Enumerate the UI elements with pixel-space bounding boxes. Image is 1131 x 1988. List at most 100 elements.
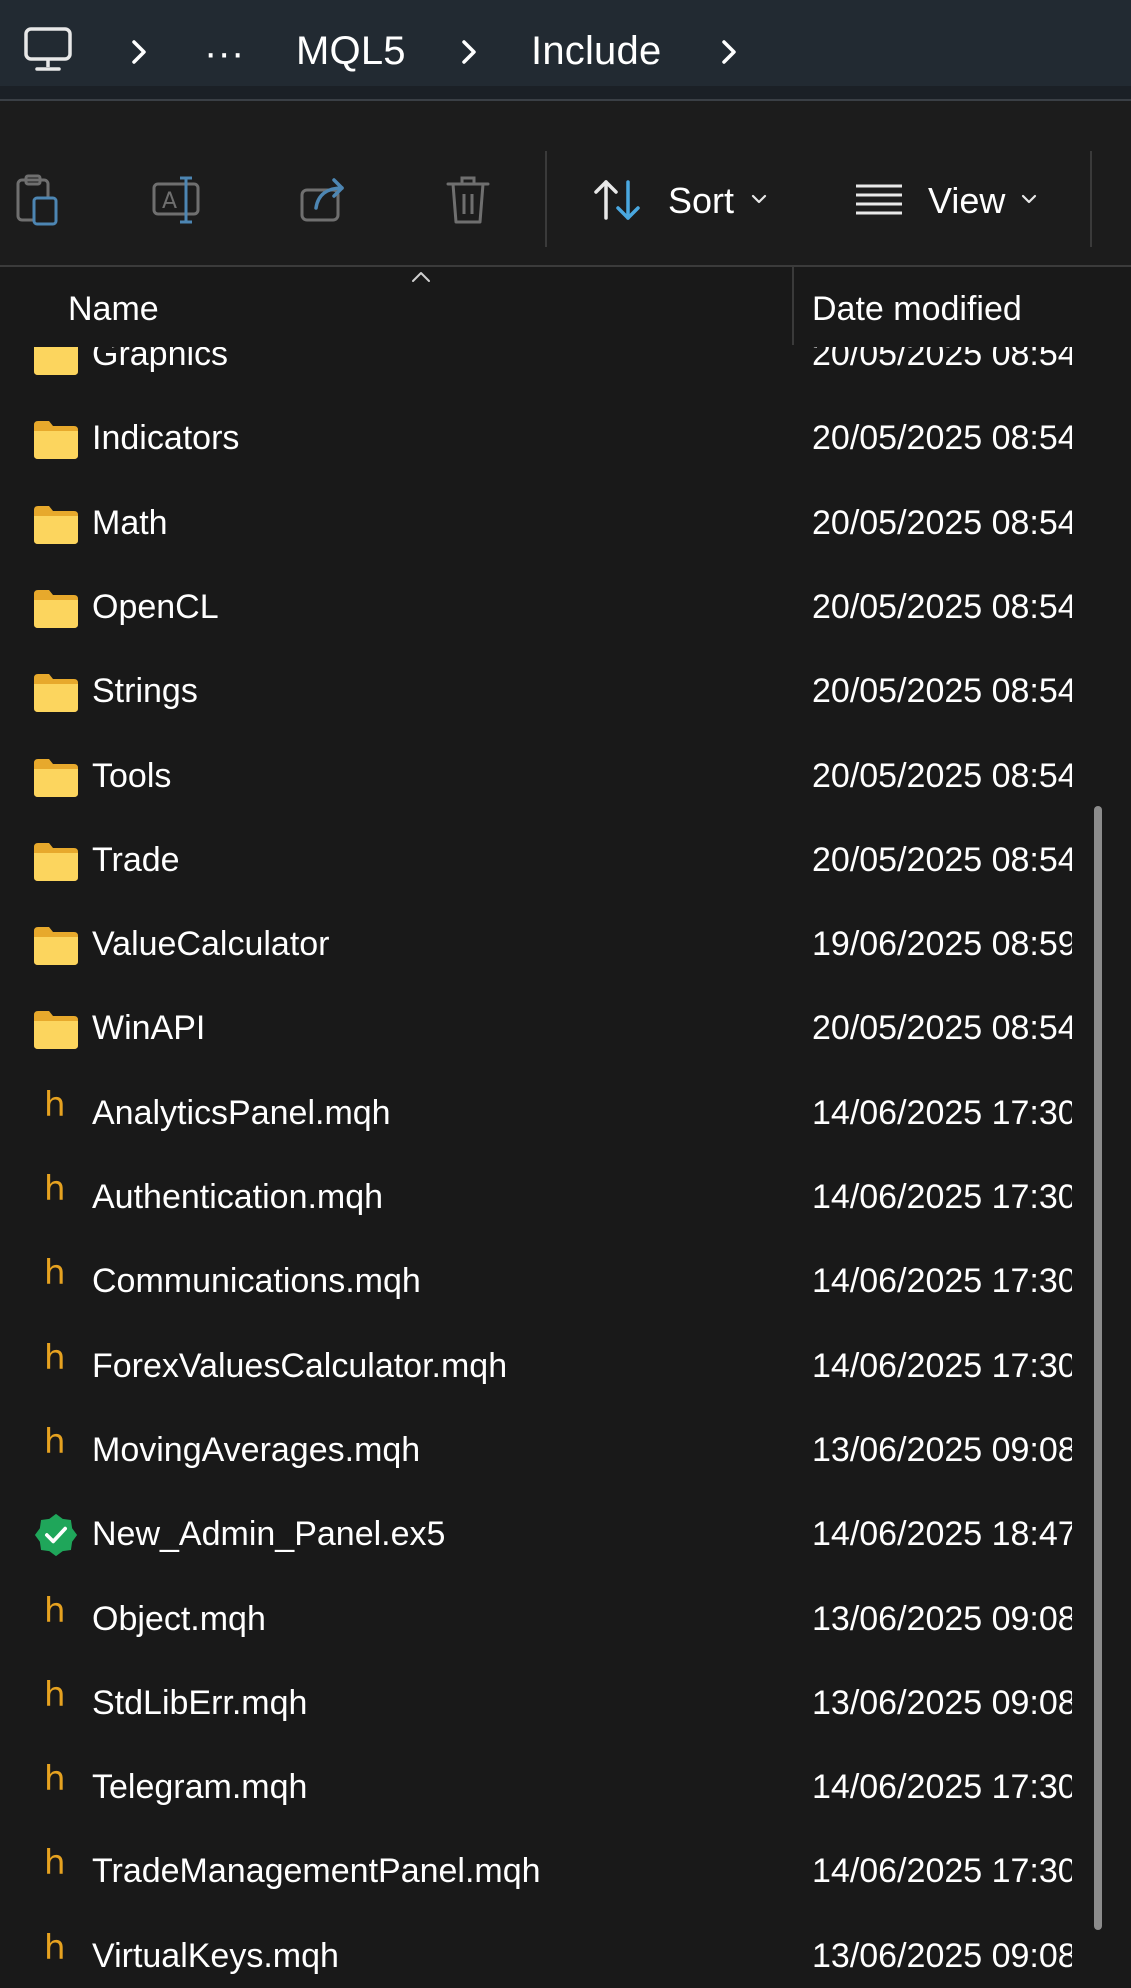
file-date-modified: 20/05/2025 08:54: [812, 756, 1072, 795]
folder-icon: [34, 1011, 78, 1050]
chevron-right-icon[interactable]: [452, 34, 488, 70]
chevron-right-icon[interactable]: [712, 34, 748, 70]
header-file-icon: h: [44, 1421, 66, 1462]
file-name: ValueCalculator: [92, 925, 330, 964]
view-button[interactable]: View: [854, 168, 1054, 232]
column-divider[interactable]: [792, 267, 794, 345]
folder-icon: [34, 927, 78, 966]
share-icon[interactable]: [292, 168, 356, 232]
list-item[interactable]: New_Admin_Panel.ex5 14/06/2025 18:47: [0, 1493, 1100, 1577]
file-name: Tools: [92, 756, 172, 795]
file-name: Indicators: [92, 419, 240, 458]
address-bar-underline: [0, 86, 1131, 99]
folder-icon: [34, 347, 78, 375]
breadcrumb-label: Include: [531, 28, 662, 73]
header-file-icon: h: [44, 1337, 66, 1378]
vertical-scrollbar[interactable]: [1094, 806, 1102, 1930]
list-item[interactable]: Math 20/05/2025 08:54: [0, 482, 1100, 566]
delete-icon[interactable]: [436, 168, 500, 232]
file-name: Trade: [92, 840, 180, 879]
list-item[interactable]: h MovingAverages.mqh 13/06/2025 09:08: [0, 1409, 1100, 1493]
breadcrumb-label: MQL5: [296, 28, 406, 73]
list-item[interactable]: WinAPI 20/05/2025 08:54: [0, 987, 1100, 1071]
breadcrumb-more-button[interactable]: ···: [204, 26, 245, 80]
file-name: Authentication.mqh: [92, 1178, 384, 1216]
file-date-modified: 13/06/2025 09:08: [812, 1430, 1072, 1469]
file-date-modified: 20/05/2025 08:54: [812, 503, 1072, 542]
folder-icon: [34, 589, 78, 628]
list-item[interactable]: h Communications.mqh 14/06/2025 17:30: [0, 1240, 1100, 1324]
chevron-right-icon[interactable]: [122, 34, 158, 70]
toolbar-separator: [1090, 151, 1092, 247]
file-date-modified: 20/05/2025 08:54: [812, 347, 1072, 373]
sort-arrows-icon: [594, 180, 640, 220]
file-name: Telegram.mqh: [92, 1768, 308, 1807]
header-file-icon: h: [44, 1843, 66, 1884]
list-item[interactable]: h TradeManagementPanel.mqh 14/06/2025 17:3…: [0, 1830, 1100, 1914]
list-item[interactable]: Trade 20/05/2025 08:54: [0, 819, 1100, 903]
folder-icon: [34, 842, 78, 881]
breadcrumb-item-include[interactable]: Include: [531, 24, 661, 78]
folder-icon: [34, 758, 78, 797]
list-item[interactable]: h Object.mqh 13/06/2025 09:08: [0, 1578, 1100, 1662]
file-date-modified: 20/05/2025 08:54: [812, 419, 1072, 458]
file-name: MovingAverages.mqh: [92, 1430, 421, 1469]
file-date-modified: 19/06/2025 08:59: [812, 925, 1072, 964]
file-name: TradeManagementPanel.mqh: [92, 1852, 541, 1891]
toolbar-separator: [545, 151, 547, 247]
folder-icon: [34, 505, 78, 544]
list-item[interactable]: h VirtualKeys.mqh 13/06/2025 09:08: [0, 1915, 1100, 1988]
header-file-icon: h: [44, 1169, 66, 1209]
chevron-down-icon: [751, 194, 767, 204]
file-name: WinAPI: [92, 1009, 206, 1048]
folder-icon: [34, 421, 78, 460]
file-name: StdLibErr.mqh: [92, 1683, 308, 1722]
header-file-icon: h: [44, 1674, 66, 1715]
file-name: Math: [92, 503, 168, 542]
file-date-modified: 20/05/2025 08:54: [812, 587, 1072, 626]
file-date-modified: 14/06/2025 17:30: [812, 1852, 1072, 1891]
header-file-icon: h: [44, 1590, 66, 1631]
list-view-icon: [856, 184, 902, 215]
list-item[interactable]: Tools 20/05/2025 08:54: [0, 735, 1100, 819]
list-item[interactable]: OpenCL 20/05/2025 08:54: [0, 566, 1100, 650]
file-date-modified: 13/06/2025 09:08: [812, 1683, 1072, 1722]
list-item[interactable]: ValueCalculator 19/06/2025 08:59: [0, 903, 1100, 987]
rename-icon[interactable]: A: [146, 168, 210, 232]
file-name: AnalyticsPanel.mqh: [92, 1093, 391, 1132]
file-date-modified: 20/05/2025 08:54: [812, 672, 1072, 711]
file-name: Graphics: [92, 347, 229, 373]
folder-icon: [34, 674, 78, 713]
file-name: New_Admin_Panel.ex5: [92, 1515, 446, 1554]
file-list: Graphics 20/05/2025 08:54 Indicators 20/05/…: [0, 347, 1131, 1988]
list-item[interactable]: Graphics 20/05/2025 08:54: [0, 347, 1100, 397]
breadcrumb-item-mql5[interactable]: MQL5: [296, 24, 406, 78]
column-header: Name Date modified: [0, 267, 1131, 347]
list-item[interactable]: Strings 20/05/2025 08:54: [0, 650, 1100, 734]
list-item[interactable]: h ForexValuesCalculator.mqh 14/06/2025 17:…: [0, 1325, 1100, 1409]
view-label: View: [928, 180, 1006, 221]
header-file-icon: h: [44, 1927, 66, 1968]
list-item[interactable]: h AnalyticsPanel.mqh 14/06/2025 17:30: [0, 1072, 1100, 1156]
file-date-modified: 13/06/2025 09:08: [812, 1936, 1072, 1975]
list-item[interactable]: Indicators 20/05/2025 08:54: [0, 397, 1100, 481]
list-item[interactable]: h Authentication.mqh 14/06/2025 17:30: [0, 1156, 1100, 1240]
paste-icon[interactable]: [4, 168, 68, 232]
header-file-icon: h: [44, 1084, 66, 1125]
chevron-down-icon: [1021, 194, 1037, 204]
computer-icon[interactable]: [22, 24, 74, 76]
list-item[interactable]: h Telegram.mqh 14/06/2025 17:30: [0, 1746, 1100, 1830]
file-date-modified: 14/06/2025 17:30: [812, 1262, 1072, 1301]
header-file-icon: h: [44, 1759, 66, 1800]
sort-ascending-icon: [412, 272, 430, 282]
list-item[interactable]: h StdLibErr.mqh 13/06/2025 09:08: [0, 1662, 1100, 1746]
column-name-header[interactable]: Name: [68, 290, 159, 329]
file-name: Object.mqh: [92, 1599, 266, 1638]
file-name: ForexValuesCalculator.mqh: [92, 1346, 508, 1385]
sort-label: Sort: [668, 180, 735, 221]
file-date-modified: 13/06/2025 09:08: [812, 1599, 1072, 1638]
column-date-modified-header[interactable]: Date modified: [812, 290, 1022, 329]
file-name: Strings: [92, 672, 198, 711]
sort-button[interactable]: Sort: [590, 168, 780, 232]
file-name: Communications.mqh: [92, 1262, 421, 1301]
